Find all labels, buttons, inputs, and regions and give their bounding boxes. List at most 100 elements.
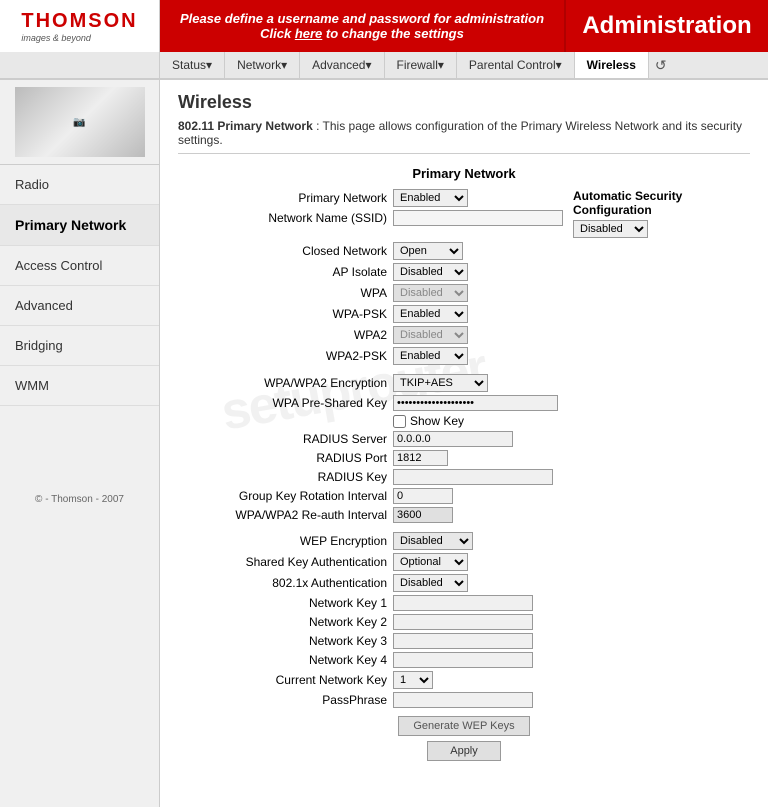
wpa2-row: WPA2 Disabled Enabled — [178, 326, 750, 344]
network-name-label: Network Name (SSID) — [178, 211, 393, 225]
page-title: Wireless — [178, 92, 750, 113]
wpa-preshared-row: WPA Pre-Shared Key — [178, 395, 750, 411]
radius-port-input[interactable] — [393, 450, 448, 466]
wpa-psk-select[interactable]: Enabled Disabled — [393, 305, 468, 323]
wpa-encryption-label: WPA/WPA2 Encryption — [178, 376, 393, 390]
closed-network-row: Closed Network Open Closed — [178, 242, 750, 260]
subtitle-bold: 802.11 Primary Network — [178, 119, 313, 133]
show-key-row: Show Key — [393, 414, 750, 428]
sidebar-item-access-control[interactable]: Access Control — [0, 246, 159, 286]
current-network-key-select[interactable]: 1 2 3 4 — [393, 671, 433, 689]
auth-8021x-row: 802.1x Authentication Disabled Enabled — [178, 574, 750, 592]
sidebar-logo-area: 📷 — [0, 80, 159, 165]
radius-key-label: RADIUS Key — [178, 470, 393, 484]
network-key3-row: Network Key 3 — [178, 633, 750, 649]
reauth-input[interactable] — [393, 507, 453, 523]
network-key1-row: Network Key 1 — [178, 595, 750, 611]
section-title: Primary Network — [178, 166, 750, 181]
navbar-icon: ↺ — [649, 52, 673, 78]
network-key3-input[interactable] — [393, 633, 533, 649]
navbar-item-wireless[interactable]: Wireless — [575, 52, 649, 78]
radius-port-label: RADIUS Port — [178, 451, 393, 465]
auto-security-select[interactable]: Disabled Enabled — [573, 220, 648, 238]
alert-link[interactable]: here — [295, 26, 322, 41]
navbar-item-parental[interactable]: Parental Control ▾ — [457, 52, 575, 78]
network-key4-input[interactable] — [393, 652, 533, 668]
primary-network-row: Primary Network Enabled Disabled — [178, 189, 563, 207]
page-subtitle: 802.11 Primary Network : This page allow… — [178, 119, 750, 154]
wpa-preshared-input[interactable] — [393, 395, 558, 411]
wep-encryption-label: WEP Encryption — [178, 534, 393, 548]
network-key2-input[interactable] — [393, 614, 533, 630]
alert-line1: Please define a username and password fo… — [180, 11, 544, 26]
network-key4-label: Network Key 4 — [178, 653, 393, 667]
show-key-label: Show Key — [410, 414, 464, 428]
alert-line2: Click here to change the settings — [260, 26, 464, 41]
navbar-item-status[interactable]: Status ▾ — [160, 52, 225, 78]
sidebar-footer: © - Thomson - 2007 — [0, 486, 159, 513]
alert-banner: Please define a username and password fo… — [160, 0, 564, 52]
wpa2-select[interactable]: Disabled Enabled — [393, 326, 468, 344]
current-network-key-row: Current Network Key 1 2 3 4 — [178, 671, 750, 689]
reauth-label: WPA/WPA2 Re-auth Interval — [178, 508, 393, 522]
wpa2-psk-select[interactable]: Enabled Disabled — [393, 347, 468, 365]
sidebar-item-radio[interactable]: Radio — [0, 165, 159, 205]
wep-encryption-select[interactable]: Disabled 64-bit 128-bit — [393, 532, 473, 550]
header: THOMSON images & beyond Please define a … — [0, 0, 768, 52]
radius-server-input[interactable] — [393, 431, 513, 447]
sidebar-item-bridging[interactable]: Bridging — [0, 326, 159, 366]
navbar-item-network[interactable]: Network ▾ — [225, 52, 300, 78]
network-key1-label: Network Key 1 — [178, 596, 393, 610]
closed-network-select[interactable]: Open Closed — [393, 242, 463, 260]
radius-server-row: RADIUS Server — [178, 431, 750, 447]
closed-network-label: Closed Network — [178, 244, 393, 258]
shared-key-label: Shared Key Authentication — [178, 555, 393, 569]
wpa-encryption-select[interactable]: TKIP+AES TKIP AES — [393, 374, 488, 392]
generate-wep-button[interactable]: Generate WEP Keys — [398, 716, 529, 736]
radius-key-row: RADIUS Key — [178, 469, 750, 485]
group-key-label: Group Key Rotation Interval — [178, 489, 393, 503]
auto-security-title: Automatic Security Configuration — [573, 189, 750, 217]
network-key2-row: Network Key 2 — [178, 614, 750, 630]
group-key-input[interactable] — [393, 488, 453, 504]
reauth-row: WPA/WPA2 Re-auth Interval — [178, 507, 750, 523]
wpa-psk-row: WPA-PSK Enabled Disabled — [178, 305, 750, 323]
apply-button[interactable]: Apply — [427, 741, 501, 761]
network-key1-input[interactable] — [393, 595, 533, 611]
brand-tagline: images & beyond — [21, 33, 137, 43]
sidebar-item-wmm[interactable]: WMM — [0, 366, 159, 406]
sidebar-item-advanced[interactable]: Advanced — [0, 286, 159, 326]
radius-server-label: RADIUS Server — [178, 432, 393, 446]
shared-key-select[interactable]: Optional Required — [393, 553, 468, 571]
current-network-key-label: Current Network Key — [178, 673, 393, 687]
wpa2-label: WPA2 — [178, 328, 393, 342]
navbar-item-advanced[interactable]: Advanced ▾ — [300, 52, 384, 78]
primary-network-label: Primary Network — [178, 191, 393, 205]
radius-key-input[interactable] — [393, 469, 553, 485]
wep-encryption-row: WEP Encryption Disabled 64-bit 128-bit — [178, 532, 750, 550]
logo-area: THOMSON images & beyond — [0, 0, 160, 52]
show-key-checkbox[interactable] — [393, 415, 406, 428]
sidebar-item-primary-network[interactable]: Primary Network — [0, 205, 159, 246]
wpa-row: WPA Disabled Enabled — [178, 284, 750, 302]
wpa2-psk-label: WPA2-PSK — [178, 349, 393, 363]
network-key3-label: Network Key 3 — [178, 634, 393, 648]
network-name-input[interactable] — [393, 210, 563, 226]
main-content: setuprouter Wireless 802.11 Primary Netw… — [160, 80, 768, 807]
group-key-row: Group Key Rotation Interval — [178, 488, 750, 504]
ap-isolate-label: AP Isolate — [178, 265, 393, 279]
navbar-item-firewall[interactable]: Firewall ▾ — [385, 52, 457, 78]
wpa-label: WPA — [178, 286, 393, 300]
auth-8021x-label: 802.1x Authentication — [178, 576, 393, 590]
shared-key-row: Shared Key Authentication Optional Requi… — [178, 553, 750, 571]
ap-isolate-select[interactable]: Disabled Enabled — [393, 263, 468, 281]
navbar: Status ▾ Network ▾ Advanced ▾ Firewall ▾… — [0, 52, 768, 80]
wpa-select[interactable]: Disabled Enabled — [393, 284, 468, 302]
auth-8021x-select[interactable]: Disabled Enabled — [393, 574, 468, 592]
brand-name: THOMSON — [21, 10, 137, 33]
admin-label-area: Administration — [564, 0, 768, 52]
primary-network-select[interactable]: Enabled Disabled — [393, 189, 468, 207]
passphrase-input[interactable] — [393, 692, 533, 708]
admin-title: Administration — [582, 12, 751, 40]
auto-security-area: Automatic Security Configuration Disable… — [573, 189, 750, 238]
